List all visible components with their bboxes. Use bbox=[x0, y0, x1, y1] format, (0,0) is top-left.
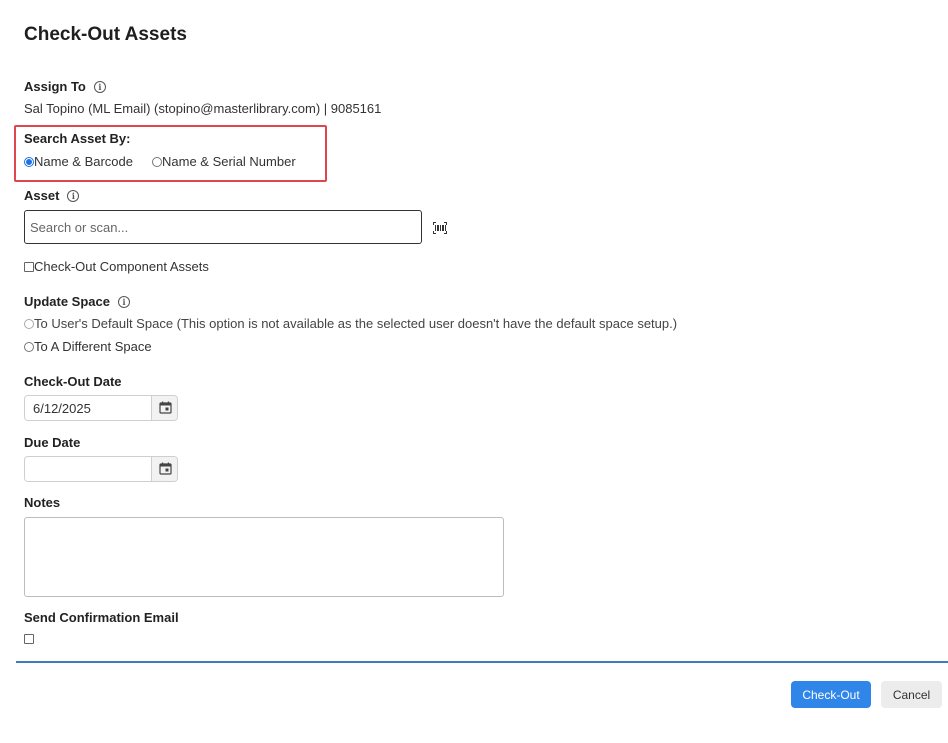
radio-default-space[interactable]: To User's Default Space (This option is … bbox=[24, 316, 677, 331]
asset-search-input[interactable] bbox=[24, 210, 422, 244]
info-icon[interactable]: i bbox=[93, 81, 106, 93]
search-asset-by-label: Search Asset By: bbox=[24, 131, 131, 146]
footer-divider bbox=[16, 661, 948, 663]
calendar-button[interactable] bbox=[151, 457, 177, 481]
component-assets-label: Check-Out Component Assets bbox=[34, 259, 209, 274]
assign-to-value: Sal Topino (ML Email) (stopino@masterlib… bbox=[24, 101, 382, 116]
send-email-checkbox[interactable] bbox=[24, 634, 34, 644]
assign-to-label-text: Assign To bbox=[24, 79, 86, 94]
due-date-label: Due Date bbox=[24, 435, 81, 450]
radio-default-space-label: To User's Default Space (This option is … bbox=[34, 316, 678, 331]
checkout-date-input[interactable] bbox=[25, 396, 152, 420]
radio-name-serial-label: Name & Serial Number bbox=[162, 154, 296, 169]
assign-to-label: Assign To i bbox=[24, 79, 106, 94]
calendar-icon bbox=[159, 401, 172, 414]
radio-different-space[interactable]: To A Different Space bbox=[24, 339, 152, 354]
radio-button-selected[interactable] bbox=[24, 157, 34, 167]
info-icon[interactable]: i bbox=[117, 296, 130, 308]
radio-name-serial[interactable]: Name & Serial Number bbox=[152, 154, 296, 169]
asset-label: Asset i bbox=[24, 188, 80, 203]
calendar-button[interactable] bbox=[151, 396, 177, 420]
update-space-label: Update Space i bbox=[24, 294, 130, 309]
info-icon[interactable]: i bbox=[67, 190, 80, 202]
component-assets-checkbox[interactable]: Check-Out Component Assets bbox=[24, 259, 209, 274]
notes-textarea[interactable] bbox=[24, 517, 504, 597]
checkout-date-label: Check-Out Date bbox=[24, 374, 122, 389]
checkbox[interactable] bbox=[24, 262, 34, 272]
page-title: Check-Out Assets bbox=[24, 24, 187, 45]
radio-different-space-label: To A Different Space bbox=[34, 339, 152, 354]
checkout-date-picker bbox=[24, 395, 178, 421]
due-date-picker bbox=[24, 456, 178, 482]
check-out-button[interactable]: Check-Out bbox=[791, 681, 871, 708]
update-space-label-text: Update Space bbox=[24, 294, 110, 309]
notes-label: Notes bbox=[24, 495, 61, 510]
radio-button[interactable] bbox=[24, 342, 34, 352]
asset-label-text: Asset bbox=[24, 188, 60, 203]
cancel-button[interactable]: Cancel bbox=[881, 681, 942, 708]
due-date-input[interactable] bbox=[25, 457, 152, 481]
radio-button-disabled[interactable] bbox=[24, 319, 34, 329]
barcode-icon[interactable] bbox=[433, 222, 447, 234]
send-email-label: Send Confirmation Email bbox=[24, 610, 179, 625]
radio-name-barcode[interactable]: Name & Barcode bbox=[24, 154, 133, 169]
calendar-icon bbox=[159, 462, 172, 475]
radio-name-barcode-label: Name & Barcode bbox=[34, 154, 133, 169]
radio-button[interactable] bbox=[152, 157, 162, 167]
